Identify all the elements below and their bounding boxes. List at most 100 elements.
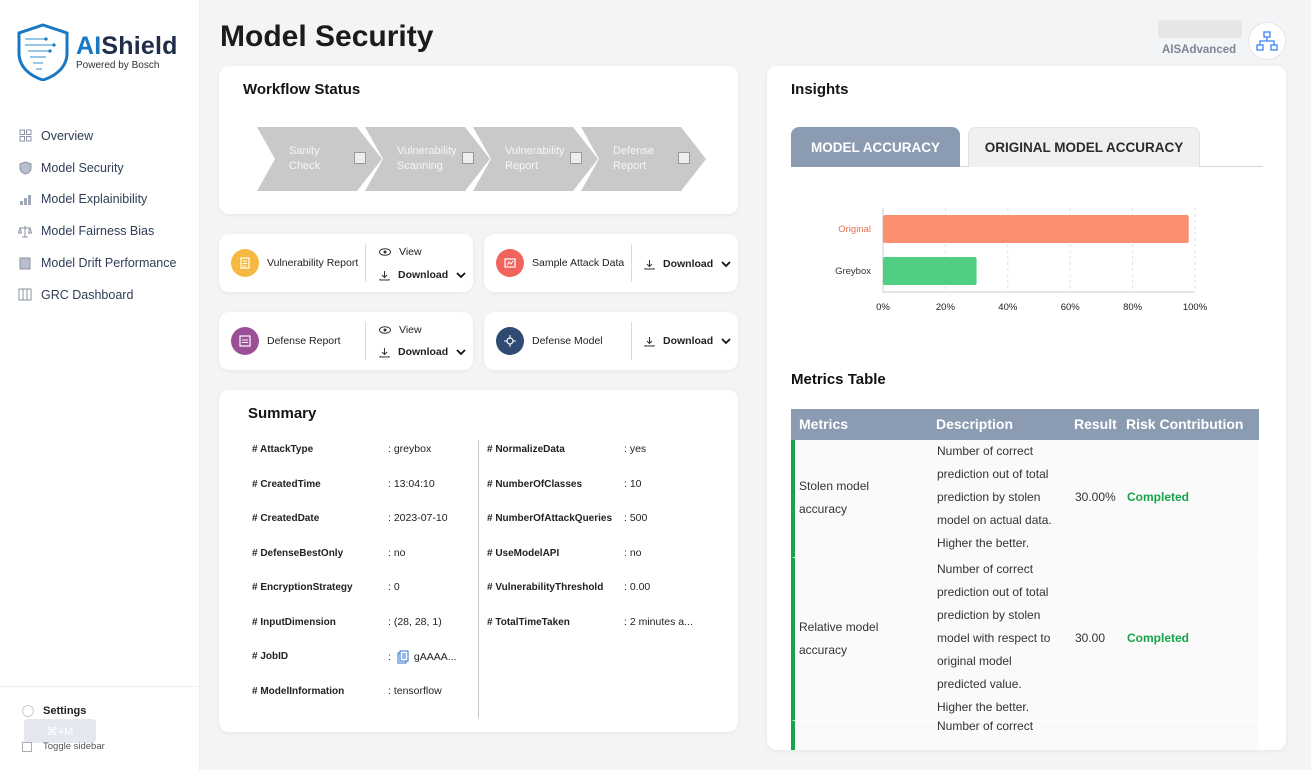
step-line: Check xyxy=(289,160,321,172)
sidebar-item-label: Model Drift Performance xyxy=(41,256,177,271)
desc-line: predicted value. xyxy=(937,677,1022,691)
summary-key: # DefenseBestOnly xyxy=(252,548,344,559)
x-tick-label: 40% xyxy=(998,302,1018,313)
divider xyxy=(365,244,366,282)
divider xyxy=(631,322,632,360)
download-icon xyxy=(379,270,390,280)
download-label: Download xyxy=(398,269,449,281)
category-label: Greybox xyxy=(835,266,871,277)
summary-value: : 13:04:10 xyxy=(388,478,435,490)
broken-image-icon xyxy=(462,152,474,164)
download-dropdown[interactable]: Download xyxy=(379,269,474,281)
metric-line: accuracy xyxy=(799,643,848,657)
report-icon xyxy=(231,249,259,277)
sidebar-toggle-icon xyxy=(22,741,32,752)
chevron-down-icon xyxy=(721,337,731,344)
brand-logo[interactable]: AIShield Powered by Bosch xyxy=(16,23,178,81)
status-badge: Completed xyxy=(1127,631,1190,645)
attack-data-icon xyxy=(496,249,524,277)
broken-image-icon xyxy=(354,152,366,164)
summary-title: Summary xyxy=(248,405,317,422)
desc-line: original model xyxy=(937,654,1012,668)
divider xyxy=(365,322,366,360)
summary-value: : 10 xyxy=(624,478,642,490)
status-badge: Completed xyxy=(1127,490,1190,504)
x-tick-label: 80% xyxy=(1123,302,1143,313)
summary-key: # JobID xyxy=(252,651,289,662)
view-label: View xyxy=(399,246,422,258)
defense-report-card: Defense Report View Download xyxy=(219,312,473,370)
sitemap-icon xyxy=(1256,31,1278,51)
org-chart-button[interactable] xyxy=(1248,22,1286,60)
summary-value: : 500 xyxy=(624,512,648,524)
desc-line: Number of correct xyxy=(937,562,1034,576)
tab-original-model-accuracy[interactable]: ORIGINAL MODEL ACCURACY xyxy=(968,127,1200,167)
settings-button[interactable]: Settings xyxy=(22,705,86,717)
workflow-step-defense-report: Defense Report xyxy=(581,127,706,191)
summary-key: # EncryptionStrategy xyxy=(252,582,353,593)
step-line: Vulnerability xyxy=(397,145,457,157)
summary-value: : tensorflow xyxy=(388,685,442,697)
summary-key: # CreatedDate xyxy=(252,513,320,524)
sidebar-item-label: GRC Dashboard xyxy=(41,287,134,302)
job-id-value[interactable]: : gAAAA... xyxy=(388,650,457,664)
x-tick-label: 60% xyxy=(1061,302,1081,313)
broken-image-icon xyxy=(678,152,690,164)
table-row: Stolen model accuracy Number of correct p… xyxy=(791,440,1259,558)
desc-line: model on actual data. xyxy=(937,513,1052,527)
card-title: Sample Attack Data xyxy=(532,257,625,269)
summary-divider xyxy=(478,440,479,718)
broken-image-icon xyxy=(570,152,582,164)
user-name[interactable]: AISAdvanced xyxy=(1162,44,1236,56)
download-dropdown[interactable]: Download xyxy=(644,335,739,347)
header-risk-contribution: Risk Contribution xyxy=(1126,416,1244,432)
copy-icon[interactable] xyxy=(397,650,409,664)
metric-line: Relative model xyxy=(799,620,879,634)
desc-line: model with respect to xyxy=(937,631,1051,645)
download-dropdown[interactable]: Download xyxy=(379,346,474,358)
table-row: Relative model accuracy Number of correct… xyxy=(791,558,1259,721)
card-title: Vulnerability Report xyxy=(267,257,359,269)
metric-result: 30.00% xyxy=(1075,490,1116,504)
bar-original xyxy=(883,215,1189,243)
view-button[interactable]: View xyxy=(379,246,422,258)
download-label: Download xyxy=(398,346,449,358)
brand-tagline: Powered by Bosch xyxy=(76,60,160,71)
table-header: Metrics Description Result Risk Contribu… xyxy=(791,409,1259,440)
sidebar-item-model-security[interactable]: Model Security xyxy=(0,152,200,184)
summary-key: # InputDimension xyxy=(252,617,336,628)
tab-model-accuracy[interactable]: MODEL ACCURACY xyxy=(791,127,960,167)
chevron-down-icon xyxy=(456,348,466,355)
sidebar-nav: Overview Model Security Model Explainibi… xyxy=(0,120,200,311)
insights-title: Insights xyxy=(791,81,849,98)
summary-key: # NumberOfClasses xyxy=(487,479,583,490)
sidebar-item-model-drift-performance[interactable]: Model Drift Performance xyxy=(0,247,200,279)
scale-icon xyxy=(18,224,32,238)
toggle-sidebar-button[interactable]: Toggle sidebar xyxy=(22,741,105,752)
desc-line: prediction out of total xyxy=(937,467,1049,481)
step-line: Scanning xyxy=(397,160,443,172)
sidebar-item-model-explainibility[interactable]: Model Explainibility xyxy=(0,184,200,216)
step-line: Report xyxy=(613,160,647,172)
desc-line: Number of correct xyxy=(937,444,1034,458)
summary-value: : yes xyxy=(624,443,647,455)
desc-line: prediction by stolen xyxy=(937,490,1041,504)
sidebar-item-model-fairness-bias[interactable]: Model Fairness Bias xyxy=(0,215,200,247)
step-label: Sanity Check xyxy=(289,144,359,174)
shield-logo-icon xyxy=(17,23,69,81)
summary-key: # ModelInformation xyxy=(252,686,345,697)
view-button[interactable]: View xyxy=(379,324,422,336)
workflow-step-sanity-check: Sanity Check xyxy=(257,127,382,191)
x-tick-label: 20% xyxy=(936,302,956,313)
summary-value: : 0.00 xyxy=(624,581,651,593)
header-description: Description xyxy=(936,416,1014,432)
sidebar-item-label: Model Explainibility xyxy=(41,192,148,207)
sidebar-item-label: Overview xyxy=(41,128,94,143)
defense-model-icon xyxy=(496,327,524,355)
sidebar-item-overview[interactable]: Overview xyxy=(0,120,200,152)
step-line: Defense xyxy=(613,145,654,157)
summary-card: Summary # AttackType : greybox # Created… xyxy=(219,390,738,732)
sidebar-item-grc-dashboard[interactable]: GRC Dashboard xyxy=(0,279,200,311)
download-dropdown[interactable]: Download xyxy=(644,258,739,270)
job-id-text: gAAAA... xyxy=(413,651,457,663)
